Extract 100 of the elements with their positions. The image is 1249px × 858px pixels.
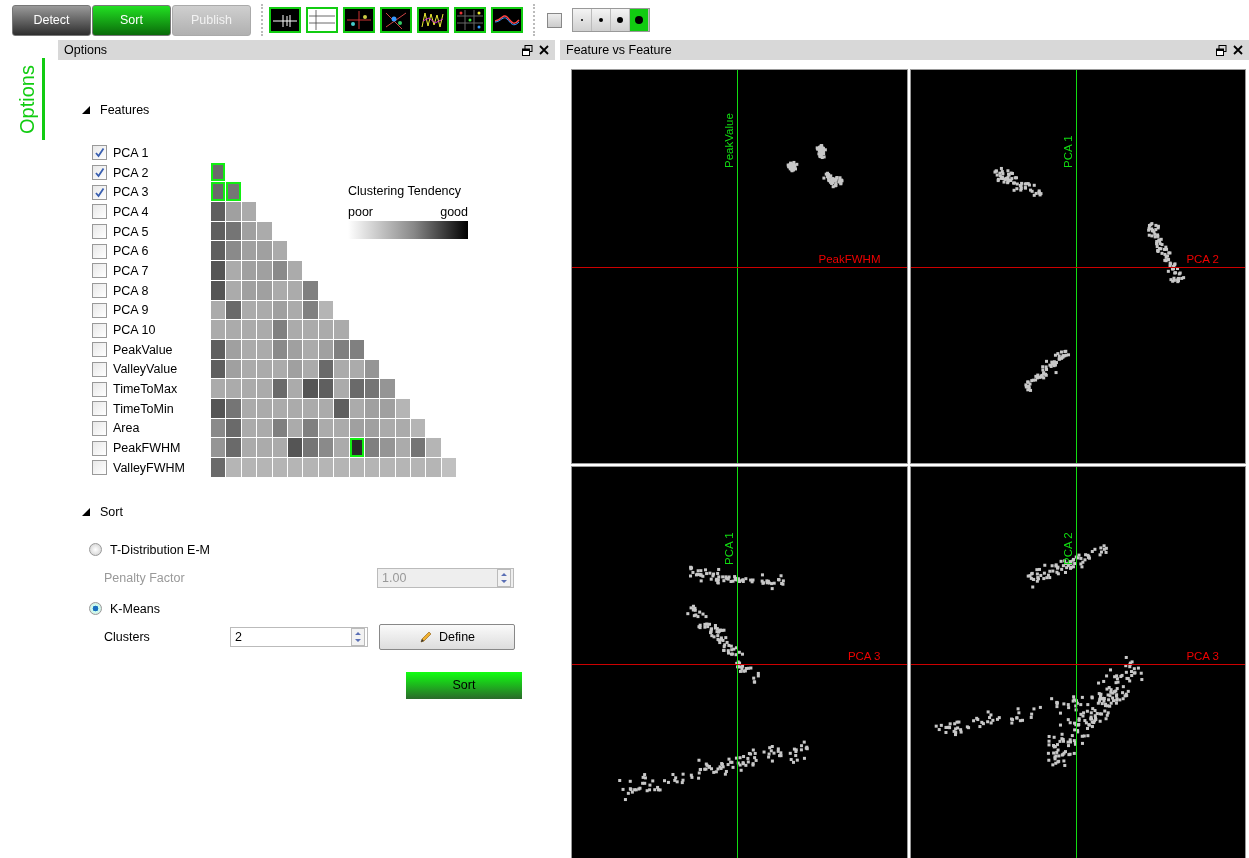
matrix-cell[interactable]: [303, 300, 318, 320]
matrix-cell[interactable]: [287, 438, 303, 457]
scatter-plot[interactable]: PCA 1 PCA 2: [910, 70, 1245, 463]
checkbox[interactable]: [92, 322, 107, 338]
matrix-cell[interactable]: [241, 320, 257, 339]
matrix-cell[interactable]: [211, 438, 226, 457]
matrix-cell[interactable]: [211, 162, 226, 182]
matrix-cell[interactable]: [226, 458, 241, 477]
checkbox[interactable]: [92, 302, 107, 318]
matrix-cell[interactable]: [364, 438, 380, 457]
matrix-cell[interactable]: [395, 458, 411, 477]
matrix-cell[interactable]: [211, 458, 226, 477]
wave-overlay-icon[interactable]: [491, 7, 523, 33]
matrix-cell[interactable]: [211, 339, 226, 359]
matrix-cell[interactable]: [211, 398, 226, 418]
checkbox[interactable]: [92, 145, 107, 161]
matrix-cell[interactable]: [241, 458, 257, 477]
matrix-cell[interactable]: [241, 379, 257, 398]
matrix-cell[interactable]: [226, 202, 241, 221]
matrix-cell[interactable]: [272, 458, 287, 477]
matrix-cell[interactable]: [226, 241, 241, 261]
matrix-cell[interactable]: [226, 438, 241, 457]
matrix-cell[interactable]: [272, 339, 287, 359]
matrix-cell[interactable]: [272, 438, 287, 457]
matrix-cell[interactable]: [257, 221, 272, 241]
matrix-cell[interactable]: [257, 379, 272, 398]
matrix-cell[interactable]: [241, 241, 257, 261]
matrix-cell[interactable]: [226, 398, 241, 418]
matrix-cell[interactable]: [380, 398, 395, 418]
spinner-arrows-icon[interactable]: [351, 627, 365, 646]
matrix-cell[interactable]: [211, 359, 226, 379]
matrix-cell[interactable]: [211, 418, 226, 438]
matrix-cell[interactable]: [349, 418, 364, 438]
matrix-cell[interactable]: [303, 398, 318, 418]
matrix-cell[interactable]: [211, 182, 226, 202]
matrix-cell[interactable]: [257, 458, 272, 477]
point-size-button[interactable]: [611, 9, 630, 31]
grid-plots-icon[interactable]: [454, 7, 486, 33]
matrix-cell[interactable]: [241, 438, 257, 457]
matrix-cell[interactable]: [426, 438, 441, 457]
matrix-cell[interactable]: [303, 438, 318, 457]
radio-button[interactable]: [89, 602, 102, 616]
matrix-cell[interactable]: [226, 280, 241, 300]
matrix-cell[interactable]: [272, 280, 287, 300]
checkbox[interactable]: [92, 165, 107, 181]
define-button[interactable]: Define: [379, 623, 515, 650]
matrix-cell[interactable]: [380, 418, 395, 438]
checkbox[interactable]: [92, 381, 107, 397]
matrix-cell[interactable]: [272, 320, 287, 339]
matrix-cell[interactable]: [334, 438, 349, 457]
point-size-button[interactable]: [592, 9, 611, 31]
number-field[interactable]: 2: [230, 626, 368, 647]
matrix-cell[interactable]: [303, 379, 318, 398]
spinner-arrows-icon[interactable]: [497, 568, 511, 587]
checkbox[interactable]: [92, 420, 107, 436]
matrix-cell[interactable]: [364, 359, 380, 379]
matrix-cell[interactable]: [211, 320, 226, 339]
matrix-cell[interactable]: [334, 379, 349, 398]
matrix-cell[interactable]: [257, 359, 272, 379]
matrix-cell[interactable]: [241, 359, 257, 379]
matrix-cell[interactable]: [211, 241, 226, 261]
scatter-plot[interactable]: PCA 1 PCA 3: [572, 467, 907, 858]
mode-tab[interactable]: Detect: [12, 4, 91, 36]
checkbox[interactable]: [92, 342, 107, 358]
close-icon[interactable]: [1233, 45, 1243, 55]
checkbox[interactable]: [92, 460, 107, 476]
close-icon[interactable]: [539, 45, 549, 55]
matrix-cell[interactable]: [272, 359, 287, 379]
matrix-cell[interactable]: [287, 320, 303, 339]
matrix-cell[interactable]: [287, 398, 303, 418]
checkbox[interactable]: [92, 361, 107, 377]
matrix-cell[interactable]: [334, 458, 349, 477]
matrix-cell[interactable]: [364, 398, 380, 418]
matrix-cell[interactable]: [411, 438, 426, 457]
matrix-cell[interactable]: [426, 458, 441, 477]
expanded-triangle-icon[interactable]: [82, 507, 90, 516]
matrix-cell[interactable]: [241, 221, 257, 241]
matrix-cell[interactable]: [272, 379, 287, 398]
matrix-cell[interactable]: [303, 418, 318, 438]
matrix-cell[interactable]: [395, 418, 411, 438]
matrix-cell[interactable]: [318, 320, 334, 339]
matrix-cell[interactable]: [241, 300, 257, 320]
matrix-cell[interactable]: [287, 379, 303, 398]
matrix-cell[interactable]: [287, 261, 303, 280]
toggle-checkbox[interactable]: [547, 12, 562, 28]
matrix-cell[interactable]: [411, 458, 426, 477]
matrix-cell[interactable]: [334, 418, 349, 438]
matrix-cell[interactable]: [349, 339, 364, 359]
matrix-cell[interactable]: [226, 418, 241, 438]
matrix-cell[interactable]: [318, 418, 334, 438]
matrix-cell[interactable]: [287, 458, 303, 477]
spike-trace-icon[interactable]: [269, 7, 301, 33]
matrix-cell[interactable]: [226, 359, 241, 379]
checkbox[interactable]: [92, 401, 107, 417]
matrix-cell[interactable]: [211, 221, 226, 241]
checkbox[interactable]: [92, 263, 107, 279]
matrix-cell[interactable]: [349, 379, 364, 398]
checkbox[interactable]: [92, 204, 107, 220]
matrix-cell[interactable]: [318, 339, 334, 359]
matrix-cell[interactable]: [395, 398, 411, 418]
